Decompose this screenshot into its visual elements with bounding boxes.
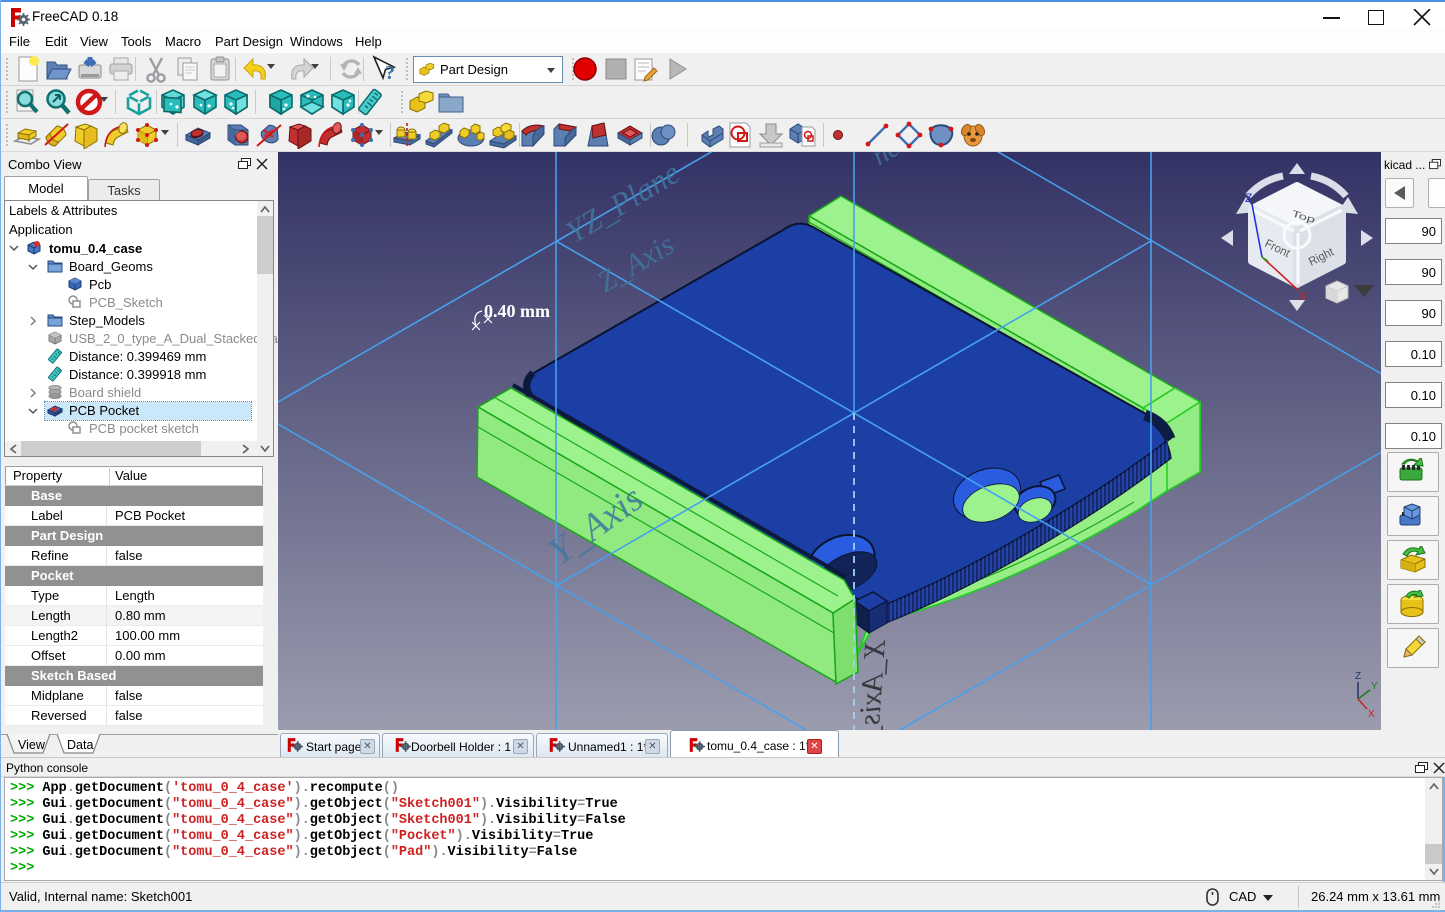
- svg-text:?: ?: [385, 62, 395, 83]
- svg-text:Z: Z: [1245, 191, 1252, 205]
- svg-text:X_Axis_: X_Axis_: [852, 638, 892, 730]
- svg-text:Z: Z: [1355, 671, 1361, 682]
- svg-text:X: X: [1299, 289, 1307, 303]
- svg-text:View: View: [18, 738, 46, 752]
- svg-text:0.40 mm: 0.40 mm: [484, 301, 550, 321]
- svg-text:X: X: [1368, 709, 1375, 720]
- svg-text:Data: Data: [67, 738, 93, 752]
- svg-text:Y: Y: [1371, 681, 1378, 692]
